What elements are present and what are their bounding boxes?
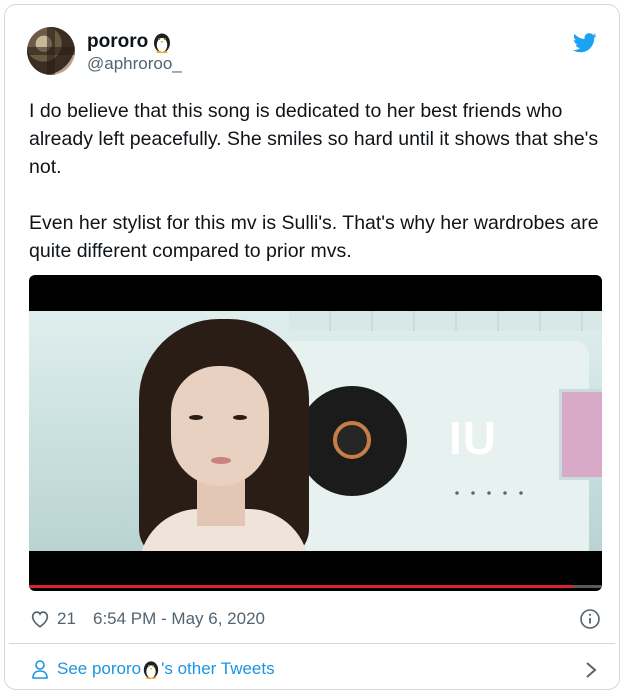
info-icon[interactable] [579,608,601,630]
tweet-card: pororo @aphroroo_ I do believe that this… [4,4,620,690]
person-icon [32,660,48,679]
tweet-text: I do believe that this song is dedicated… [29,97,599,265]
tweet-meta: 21 6:54 PM - May 6, 2020 [29,607,601,631]
footer-divider [9,643,615,644]
person-face [171,366,269,486]
video-frame: IU [29,311,602,551]
video-player[interactable]: IU [29,275,602,591]
tweet-header: pororo @aphroroo_ [27,27,597,83]
person-lips [211,457,231,464]
twitter-bird-icon[interactable] [573,33,597,53]
tweet-footer[interactable]: See pororo 's other Tweets [29,655,601,683]
ceiling-panel [289,311,602,331]
chevron-right-icon[interactable] [585,661,597,679]
author-display-name-text: pororo [87,31,149,52]
video-progress-fill [29,585,574,588]
video-overlay-text: IU [449,412,497,464]
video-progress-bar[interactable] [29,585,602,588]
tweet-timestamp[interactable]: 6:54 PM - May 6, 2020 [93,609,265,629]
person-eye [189,415,203,420]
other-tweets-link[interactable]: See pororo 's other Tweets [57,659,275,679]
tweet-paragraph: I do believe that this song is dedicated… [29,100,599,178]
avatar[interactable] [27,27,75,75]
like-count[interactable]: 21 [57,609,76,629]
penguin-emoji [143,661,159,679]
heart-icon[interactable] [29,608,51,630]
author-names[interactable]: pororo @aphroroo_ [87,31,182,75]
other-tweets-prefix: See pororo [57,659,142,678]
penguin-emoji [154,33,171,53]
other-tweets-suffix: 's other Tweets [161,659,275,678]
porthole-ring [333,421,371,459]
pink-panel [559,389,602,480]
person-eye [233,415,247,420]
author-handle[interactable]: @aphroroo_ [87,53,182,75]
author-display-name[interactable]: pororo [87,31,182,53]
wall-dots [449,489,529,497]
tweet-paragraph: Even her stylist for this mv is Sulli's.… [29,212,599,262]
